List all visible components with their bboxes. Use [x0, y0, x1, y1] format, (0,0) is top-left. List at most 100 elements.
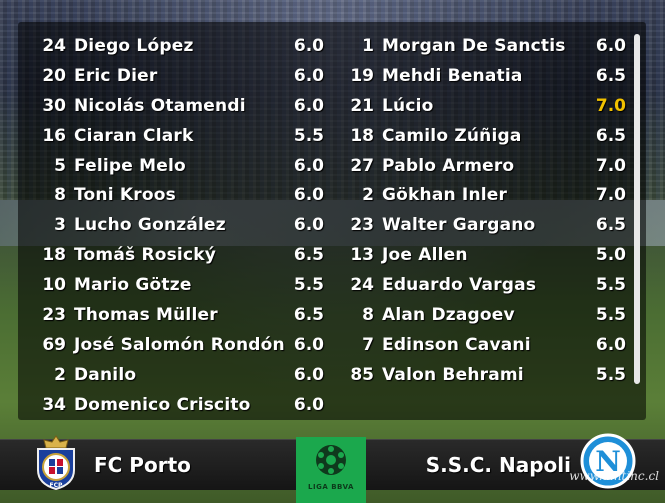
player-name: Tomáš Rosický	[74, 245, 217, 266]
away-player-row: 13 Joe Allen 5.0	[342, 242, 632, 272]
player-number: 3	[54, 215, 66, 236]
player-number: 23	[350, 215, 374, 236]
player-rating: 6.0	[293, 65, 324, 86]
player-number: 18	[350, 125, 374, 146]
away-player-row: 85 Valon Behrami 5.5	[342, 362, 632, 392]
home-player-row: 10 Mario Götze 5.5	[34, 272, 324, 302]
player-name: Lúcio	[382, 95, 434, 116]
player-number: 21	[350, 95, 374, 116]
player-rating: 5.0	[595, 245, 626, 266]
player-rating: 6.5	[595, 65, 626, 86]
away-lineup: 1 Morgan De Sanctis 6.0 19 Mehdi Benatia 6.5 2…	[342, 33, 632, 392]
player-name: Alan Dzagoev	[382, 305, 515, 326]
player-number: 8	[54, 185, 66, 206]
away-player-row: 27 Pablo Armero 7.0	[342, 153, 632, 183]
player-name: Lucho González	[74, 215, 226, 236]
player-rating: 6.0	[595, 36, 626, 56]
player-number: 1	[362, 36, 374, 56]
player-name: Nicolás Otamendi	[74, 95, 246, 116]
player-name: Eric Dier	[74, 65, 158, 86]
player-rating: 6.5	[293, 305, 324, 326]
player-name: Morgan De Sanctis	[382, 36, 566, 56]
home-player-row: 18 Tomáš Rosický 6.5	[34, 242, 324, 272]
player-name: Camilo Zúñiga	[382, 125, 522, 146]
player-name: Mehdi Benatia	[382, 65, 523, 86]
player-rating: 5.5	[595, 275, 626, 296]
player-number: 20	[42, 65, 66, 86]
player-name: Felipe Melo	[74, 155, 186, 176]
home-player-row: 69 José Salomón Rondón 6.0	[34, 332, 324, 362]
league-logo: LIGA BBVA	[296, 437, 366, 503]
player-name: Eduardo Vargas	[382, 275, 537, 296]
player-number: 10	[42, 275, 66, 296]
player-name: Domenico Criscito	[74, 394, 251, 415]
home-player-row: 23 Thomas Müller 6.5	[34, 302, 324, 332]
watermark: www.dmtinc.cl	[569, 469, 659, 483]
player-rating: 6.0	[293, 155, 324, 176]
player-rating: 5.5	[595, 364, 626, 385]
player-name: Walter Gargano	[382, 215, 536, 236]
home-player-row: 3 Lucho González 6.0	[34, 212, 324, 242]
player-number: 30	[42, 95, 66, 116]
league-label: LIGA BBVA	[308, 483, 354, 491]
home-player-row: 16 Ciaran Clark 5.5	[34, 123, 324, 153]
player-number: 2	[362, 185, 374, 206]
player-name: Diego López	[74, 36, 194, 56]
player-rating: 6.5	[293, 245, 324, 266]
player-rating: 7.0	[595, 155, 626, 176]
player-rating: 6.0	[293, 185, 324, 206]
player-number: 19	[350, 65, 374, 86]
home-player-row: 20 Eric Dier 6.0	[34, 63, 324, 93]
player-number: 7	[362, 334, 374, 355]
player-number: 16	[42, 125, 66, 146]
player-name: Toni Kroos	[74, 185, 176, 206]
home-lineup: 24 Diego López 6.0 20 Eric Dier 6.0 30 Nicolás …	[34, 33, 324, 422]
player-rating: 7.0	[595, 185, 626, 206]
player-number: 23	[42, 305, 66, 326]
player-name: Edinson Cavani	[382, 334, 531, 355]
scrollbar-thumb[interactable]	[634, 34, 640, 384]
away-team-name: S.S.C. Napoli	[425, 453, 571, 477]
player-number: 2	[54, 364, 66, 385]
player-number: 27	[350, 155, 374, 176]
fc-porto-crest-icon: FCP	[37, 435, 75, 490]
player-rating: 6.0	[293, 215, 324, 236]
player-number: 24	[42, 36, 66, 56]
player-number: 69	[42, 334, 66, 355]
player-name: Mario Götze	[74, 275, 192, 296]
player-rating: 5.5	[293, 125, 324, 146]
home-player-row: 24 Diego López 6.0	[34, 33, 324, 63]
player-rating: 6.0	[293, 394, 324, 415]
home-player-row: 34 Domenico Criscito 6.0	[34, 392, 324, 422]
player-name: Pablo Armero	[382, 155, 515, 176]
player-name: Ciaran Clark	[74, 125, 194, 146]
player-rating: 6.0	[293, 364, 324, 385]
home-team-name: FC Porto	[94, 453, 191, 477]
player-rating: 6.0	[595, 334, 626, 355]
player-name: Thomas Müller	[74, 305, 218, 326]
player-name: José Salomón Rondón	[74, 334, 285, 355]
player-number: 24	[350, 275, 374, 296]
away-player-row: 8 Alan Dzagoev 5.5	[342, 302, 632, 332]
player-rating: 6.5	[595, 125, 626, 146]
player-rating: 6.0	[293, 334, 324, 355]
player-rating: 7.0	[595, 95, 626, 116]
away-player-row: 2 Gökhan Inler 7.0	[342, 182, 632, 212]
scrollbar[interactable]	[634, 34, 640, 384]
player-name: Danilo	[74, 364, 137, 385]
home-player-row: 30 Nicolás Otamendi 6.0	[34, 93, 324, 123]
home-player-row: 8 Toni Kroos 6.0	[34, 182, 324, 212]
away-player-row: 1 Morgan De Sanctis 6.0	[342, 33, 632, 63]
player-name: Gökhan Inler	[382, 185, 508, 206]
player-number: 13	[350, 245, 374, 266]
home-crest-text: FCP	[50, 482, 64, 489]
player-rating: 6.5	[595, 215, 626, 236]
player-name: Joe Allen	[382, 245, 468, 266]
player-rating: 5.5	[595, 305, 626, 326]
liga-ball-icon	[316, 445, 346, 475]
player-rating: 6.0	[293, 36, 324, 56]
player-number: 5	[54, 155, 66, 176]
away-player-row: 7 Edinson Cavani 6.0	[342, 332, 632, 362]
player-number: 18	[42, 245, 66, 266]
away-player-row: 19 Mehdi Benatia 6.5	[342, 63, 632, 93]
